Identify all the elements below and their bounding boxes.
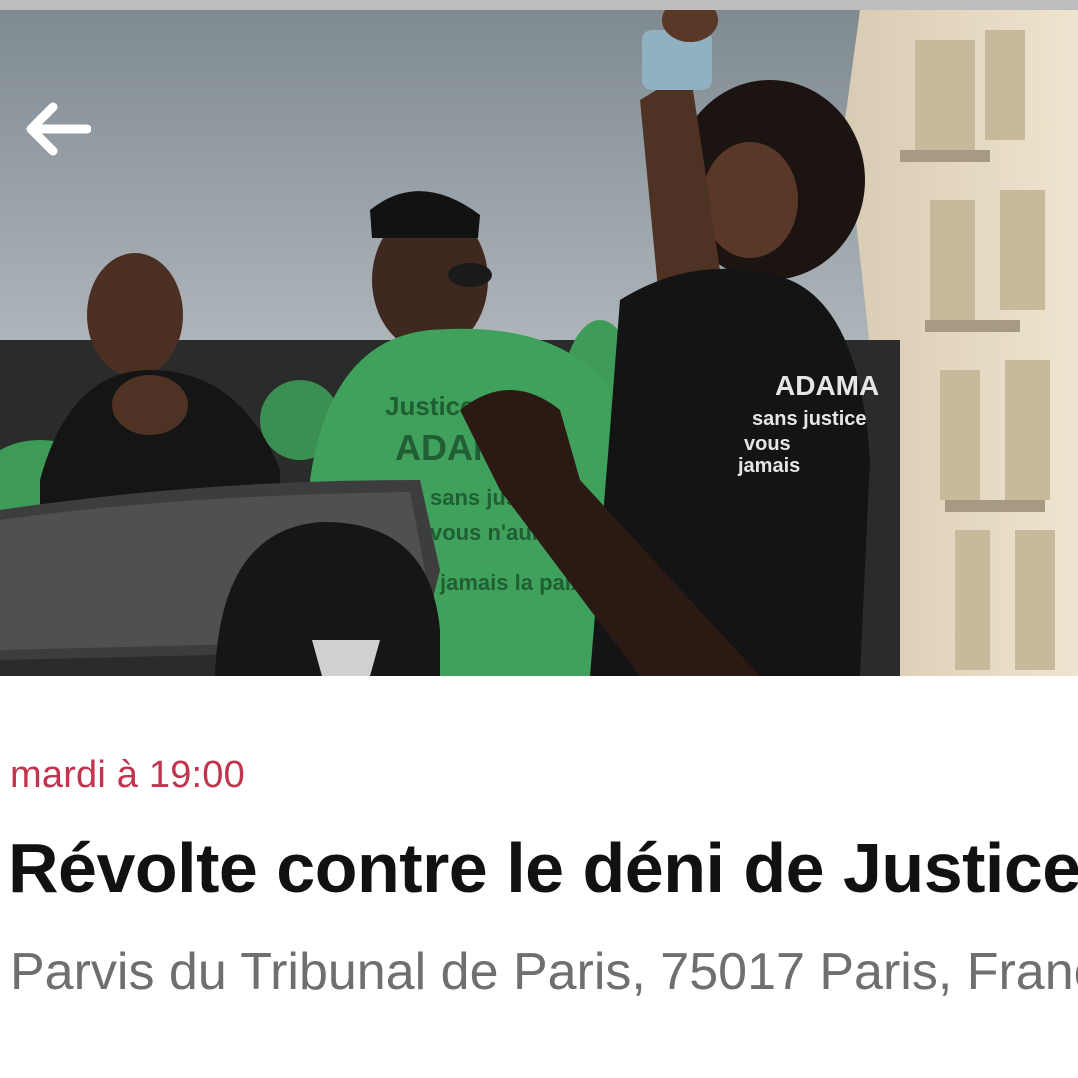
event-screen: Justice ADAMA sans justice vous n'aurez … xyxy=(0,0,1078,1078)
event-details: mardi à 19:00 Révolte contre le déni de … xyxy=(0,676,1078,1078)
event-cover-photo: Justice ADAMA sans justice vous n'aurez … xyxy=(0,10,1078,676)
shirt-text: vous xyxy=(744,433,791,455)
event-title: Révolte contre le déni de Justice xyxy=(8,829,1078,907)
shirt-text: jamais la paix xyxy=(439,570,584,595)
shirt-text: sans justice xyxy=(752,408,867,430)
shirt-text: Justice xyxy=(385,391,475,421)
status-strip xyxy=(0,0,1078,10)
shirt-text: ADAMA xyxy=(775,370,879,401)
shirt-text: jamais xyxy=(737,455,800,477)
event-photo: Justice ADAMA sans justice vous n'aurez … xyxy=(0,10,1078,676)
event-location[interactable]: Parvis du Tribunal de Paris, 75017 Paris… xyxy=(10,942,1078,1002)
back-button[interactable] xyxy=(18,94,98,164)
arrow-left-icon xyxy=(26,102,91,156)
event-time: mardi à 19:00 xyxy=(10,754,245,796)
